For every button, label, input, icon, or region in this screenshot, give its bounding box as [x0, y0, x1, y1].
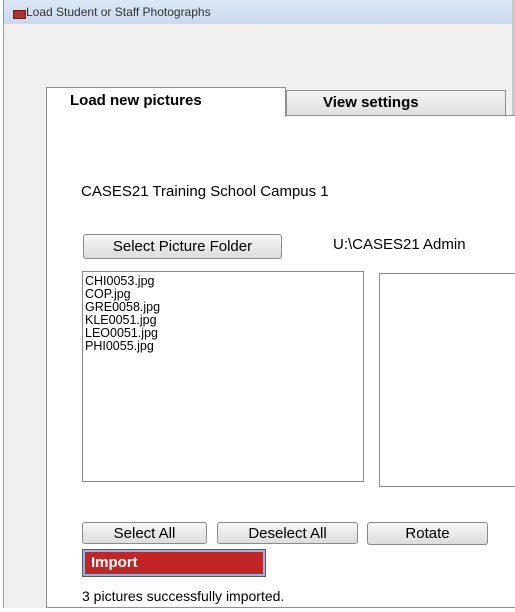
status-message: 3 pictures successfully imported. — [82, 588, 285, 604]
file-list[interactable]: CHI0053.jpg COP.jpg GRE0058.jpg KLE0051.… — [82, 271, 364, 482]
school-name: CASES21 Training School Campus 1 — [81, 183, 329, 200]
rotate-button[interactable]: Rotate — [367, 522, 488, 545]
tab-view-settings[interactable]: View settings — [286, 90, 506, 116]
title-bar: Load Student or Staff Photographs — [4, 0, 512, 24]
load-pictures-panel: CASES21 Training School Campus 1 Select … — [46, 115, 515, 608]
import-button[interactable]: Import — [82, 549, 266, 577]
folder-path: U:\CASES21 Admin — [333, 236, 466, 253]
select-picture-folder-button[interactable]: Select Picture Folder — [83, 234, 282, 259]
window-title: Load Student or Staff Photographs — [26, 5, 211, 19]
list-item[interactable]: PHI0055.jpg — [85, 340, 361, 353]
tab-control: Load new pictures View settings CASES21 … — [46, 87, 515, 608]
tab-load-new-pictures[interactable]: Load new pictures — [46, 87, 286, 117]
photo-loader-window: Load Student or Staff Photographs Load n… — [3, 0, 515, 608]
select-all-button[interactable]: Select All — [82, 522, 207, 544]
picture-preview — [379, 273, 515, 487]
app-icon — [13, 10, 26, 19]
deselect-all-button[interactable]: Deselect All — [217, 522, 358, 544]
